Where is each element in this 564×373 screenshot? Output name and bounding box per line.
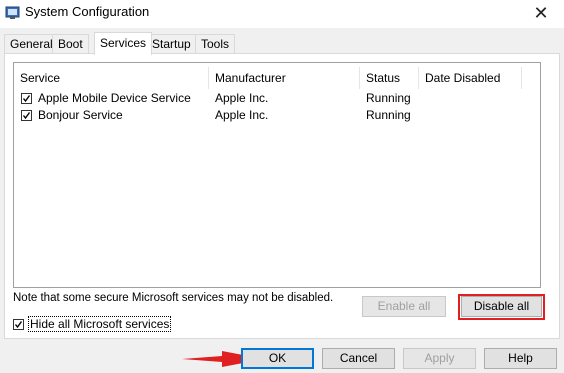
column-header-service[interactable]: Service bbox=[14, 67, 209, 89]
tab-boot[interactable]: Boot bbox=[52, 34, 89, 54]
column-header-manufacturer[interactable]: Manufacturer bbox=[209, 67, 360, 89]
service-manufacturer: Apple Inc. bbox=[215, 91, 269, 105]
tab-startup[interactable]: Startup bbox=[146, 34, 197, 54]
service-checkbox[interactable] bbox=[21, 93, 32, 104]
tab-general[interactable]: General bbox=[4, 34, 59, 54]
secure-services-note: Note that some secure Microsoft services… bbox=[13, 292, 334, 304]
service-manufacturer: Apple Inc. bbox=[215, 108, 269, 122]
title-bar: System Configuration ✕ bbox=[0, 0, 564, 28]
service-checkbox[interactable] bbox=[21, 110, 32, 121]
column-header-status[interactable]: Status bbox=[360, 67, 419, 89]
service-row[interactable]: Bonjour Service Apple Inc. Running bbox=[14, 107, 540, 124]
checkmark-icon bbox=[14, 321, 23, 329]
hide-ms-label: Hide all Microsoft services bbox=[28, 316, 172, 332]
service-status: Running bbox=[366, 91, 411, 105]
msconfig-app-icon bbox=[5, 5, 20, 20]
cancel-button[interactable]: Cancel bbox=[322, 348, 395, 369]
services-list[interactable]: Service Manufacturer Status Date Disable… bbox=[13, 62, 541, 288]
window-title: System Configuration bbox=[25, 4, 150, 19]
close-icon: ✕ bbox=[533, 2, 549, 23]
close-button[interactable]: ✕ bbox=[518, 0, 564, 26]
column-header-date-disabled[interactable]: Date Disabled bbox=[419, 67, 522, 89]
tab-services[interactable]: Services bbox=[94, 32, 153, 55]
checkmark-icon bbox=[22, 112, 31, 120]
service-name: Bonjour Service bbox=[38, 108, 123, 122]
service-status: Running bbox=[366, 108, 411, 122]
disable-all-highlight bbox=[458, 294, 545, 320]
service-name: Apple Mobile Device Service bbox=[38, 91, 191, 105]
enable-all-button[interactable]: Enable all bbox=[362, 296, 446, 317]
tab-tools[interactable]: Tools bbox=[195, 34, 236, 54]
tab-strip: General Boot Services Startup Tools bbox=[0, 32, 564, 55]
service-row[interactable]: Apple Mobile Device Service Apple Inc. R… bbox=[14, 90, 540, 107]
ok-button[interactable]: OK bbox=[241, 348, 314, 369]
apply-button[interactable]: Apply bbox=[403, 348, 476, 369]
hide-ms-checkbox-box[interactable] bbox=[13, 319, 24, 330]
help-button[interactable]: Help bbox=[484, 348, 557, 369]
checkmark-icon bbox=[22, 95, 31, 103]
